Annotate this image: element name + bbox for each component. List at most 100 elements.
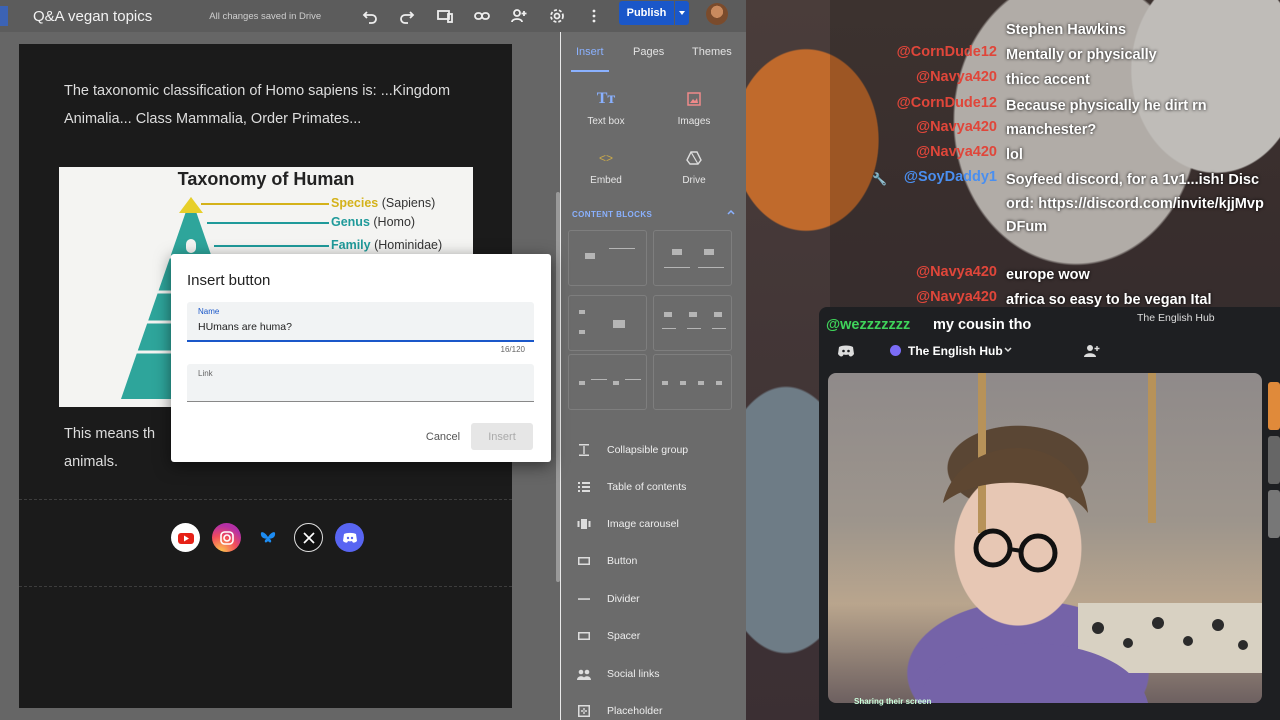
- section-divider: [19, 499, 512, 500]
- insert-drive[interactable]: Drive: [654, 146, 734, 186]
- name-char-counter: 16/120: [500, 345, 525, 354]
- content-block-5[interactable]: [568, 354, 647, 410]
- chat-message: Stephen Hawkins: [1006, 22, 1127, 38]
- bluesky-icon[interactable]: [253, 523, 282, 552]
- social-links-icon: [561, 667, 607, 681]
- editor-toolbar: Q&A vegan topics All changes saved in Dr…: [0, 0, 746, 32]
- social-links: [171, 523, 364, 552]
- server-icon: [890, 345, 901, 356]
- name-field-value[interactable]: HUmans are huma?: [198, 321, 292, 333]
- embed-icon: <>: [598, 151, 613, 165]
- discord-icon[interactable]: [335, 523, 364, 552]
- insert-collapsible-group[interactable]: Collapsible group: [561, 432, 746, 468]
- chat-message: europe wow: [1006, 267, 1090, 283]
- collapsible-icon: [561, 443, 607, 457]
- spacer-icon: [561, 629, 607, 643]
- insert-placeholder[interactable]: Placeholder: [561, 693, 746, 720]
- drive-icon: [654, 146, 734, 170]
- chat-message: Because physically he dirt rn: [1006, 98, 1207, 114]
- sites-logo-icon[interactable]: [0, 6, 8, 26]
- toc-icon: [561, 480, 607, 494]
- insert-social-links[interactable]: Social links: [561, 656, 746, 692]
- stream-overlay: Stephen Hawkins @CornDude12 Mentally or …: [746, 0, 1280, 720]
- content-blocks-header[interactable]: CONTENT BLOCKS: [572, 210, 652, 219]
- redo-icon[interactable]: [398, 7, 416, 25]
- placeholder-icon: [561, 704, 607, 718]
- active-tab-indicator: [571, 70, 609, 72]
- chat-username: @Navya420: [915, 144, 997, 160]
- publish-options-chevron-icon[interactable]: [675, 1, 689, 25]
- name-field-label: Name: [198, 307, 220, 316]
- taxonomy-row-family: Family (Hominidae): [331, 238, 443, 252]
- save-status: All changes saved in Drive: [209, 10, 322, 22]
- content-block-6[interactable]: [653, 354, 732, 410]
- add-friend-icon[interactable]: [1084, 344, 1100, 358]
- screen-share-status: Sharing their screen: [854, 697, 932, 706]
- discord-logo-icon[interactable]: [837, 344, 855, 358]
- insert-button[interactable]: Button: [561, 543, 746, 579]
- webcam-video[interactable]: [828, 373, 1262, 703]
- chat-message: Soyfeed discord, for a 1v1...ish! Discor…: [1006, 172, 1264, 235]
- button-link-field[interactable]: Link: [187, 364, 534, 402]
- dialog-title: Insert button: [187, 272, 271, 289]
- insert-table-of-contents[interactable]: Table of contents: [561, 469, 746, 505]
- discord-window: The English Hub The English Hub @wezzzzz…: [819, 307, 1280, 720]
- canvas-scrollbar[interactable]: [556, 192, 560, 582]
- insert-images[interactable]: Images: [654, 87, 734, 127]
- panel-tabs: Insert Pages Themes: [561, 32, 746, 72]
- tab-themes[interactable]: Themes: [692, 46, 732, 58]
- settings-gear-icon[interactable]: [548, 7, 566, 25]
- preview-devices-icon[interactable]: [436, 7, 454, 25]
- taxonomy-row-species: Species (Sapiens): [331, 196, 436, 210]
- site-title[interactable]: Q&A vegan topics: [33, 8, 152, 25]
- chat-username: @CornDude12: [896, 44, 997, 60]
- content-block-2[interactable]: [653, 230, 732, 286]
- insert-spacer[interactable]: Spacer: [561, 618, 746, 654]
- text-box-icon: Tт: [596, 90, 616, 107]
- section-divider: [19, 586, 512, 587]
- instagram-icon[interactable]: [212, 523, 241, 552]
- more-vert-icon[interactable]: [585, 7, 603, 25]
- google-sites-editor: Q&A vegan topics All changes saved in Dr…: [0, 0, 746, 720]
- chat-username: @Navya420: [915, 119, 997, 135]
- insert-text-box[interactable]: Tт Text box: [566, 87, 646, 127]
- chevron-up-icon[interactable]: [726, 207, 736, 217]
- content-block-1[interactable]: [568, 230, 647, 286]
- chat-username: @Navya420: [915, 289, 997, 305]
- insert-button-dialog: Insert button Name HUmans are huma? 16/1…: [171, 254, 551, 462]
- insert-button[interactable]: Insert: [471, 423, 533, 450]
- chat-message: Mentally or physically: [1006, 47, 1157, 63]
- webcam-figure: [918, 373, 1262, 703]
- carousel-icon: [561, 517, 607, 531]
- share-add-person-icon[interactable]: [510, 7, 528, 25]
- chat-username: @SoyDaddy1: [903, 169, 997, 185]
- image-icon: [654, 87, 734, 111]
- link-icon[interactable]: [473, 7, 491, 25]
- chat-username: @CornDude12: [896, 95, 997, 111]
- content-block-4[interactable]: [653, 295, 732, 351]
- x-icon[interactable]: [294, 523, 323, 552]
- insert-divider[interactable]: Divider: [561, 581, 746, 617]
- side-tabs: [1268, 382, 1280, 582]
- button-name-field[interactable]: Name HUmans are huma?: [187, 302, 534, 342]
- button-icon: [561, 554, 607, 568]
- chat-message: manchester?: [1006, 122, 1097, 138]
- link-field-label: Link: [198, 369, 213, 378]
- chevron-down-icon[interactable]: [1004, 347, 1012, 353]
- tab-insert[interactable]: Insert: [576, 46, 604, 58]
- youtube-icon[interactable]: [171, 523, 200, 552]
- undo-icon[interactable]: [361, 7, 379, 25]
- insert-image-carousel[interactable]: Image carousel: [561, 506, 746, 542]
- cancel-button[interactable]: Cancel: [420, 426, 466, 448]
- tab-pages[interactable]: Pages: [633, 46, 664, 58]
- chat-username: @Navya420: [915, 264, 997, 280]
- insert-embed[interactable]: <> Embed: [566, 146, 646, 186]
- publish-button[interactable]: Publish: [619, 1, 674, 25]
- page-paragraph-1[interactable]: The taxonomic classification of Homo sap…: [64, 78, 464, 133]
- chat-message: thicc accent: [1006, 72, 1090, 88]
- content-block-3[interactable]: [568, 295, 647, 351]
- account-avatar[interactable]: [706, 3, 728, 25]
- server-name[interactable]: The English Hub: [908, 344, 1003, 358]
- chat-message: my cousin tho: [933, 317, 1032, 333]
- chat-username: @Navya420: [915, 69, 997, 85]
